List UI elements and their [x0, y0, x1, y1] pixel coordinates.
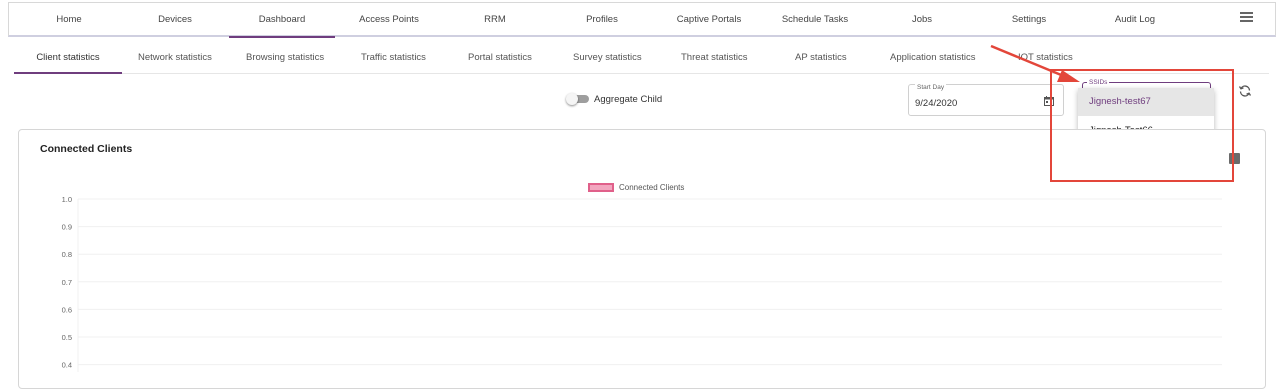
connected-clients-chart: 1.0 0.9 0.8 0.7 0.6 0.5 0.4 — [62, 195, 1222, 372]
y-tick-label: 0.9 — [62, 223, 72, 232]
y-tick-label: 1.0 — [62, 195, 72, 204]
y-tick-label: 0.8 — [62, 250, 72, 259]
y-tick-label: 0.5 — [62, 333, 72, 342]
y-tick-label: 0.4 — [62, 361, 72, 370]
y-tick-label: 0.6 — [62, 305, 72, 314]
y-tick-label: 0.7 — [62, 278, 72, 287]
annotation-highlight-box — [1050, 69, 1234, 182]
